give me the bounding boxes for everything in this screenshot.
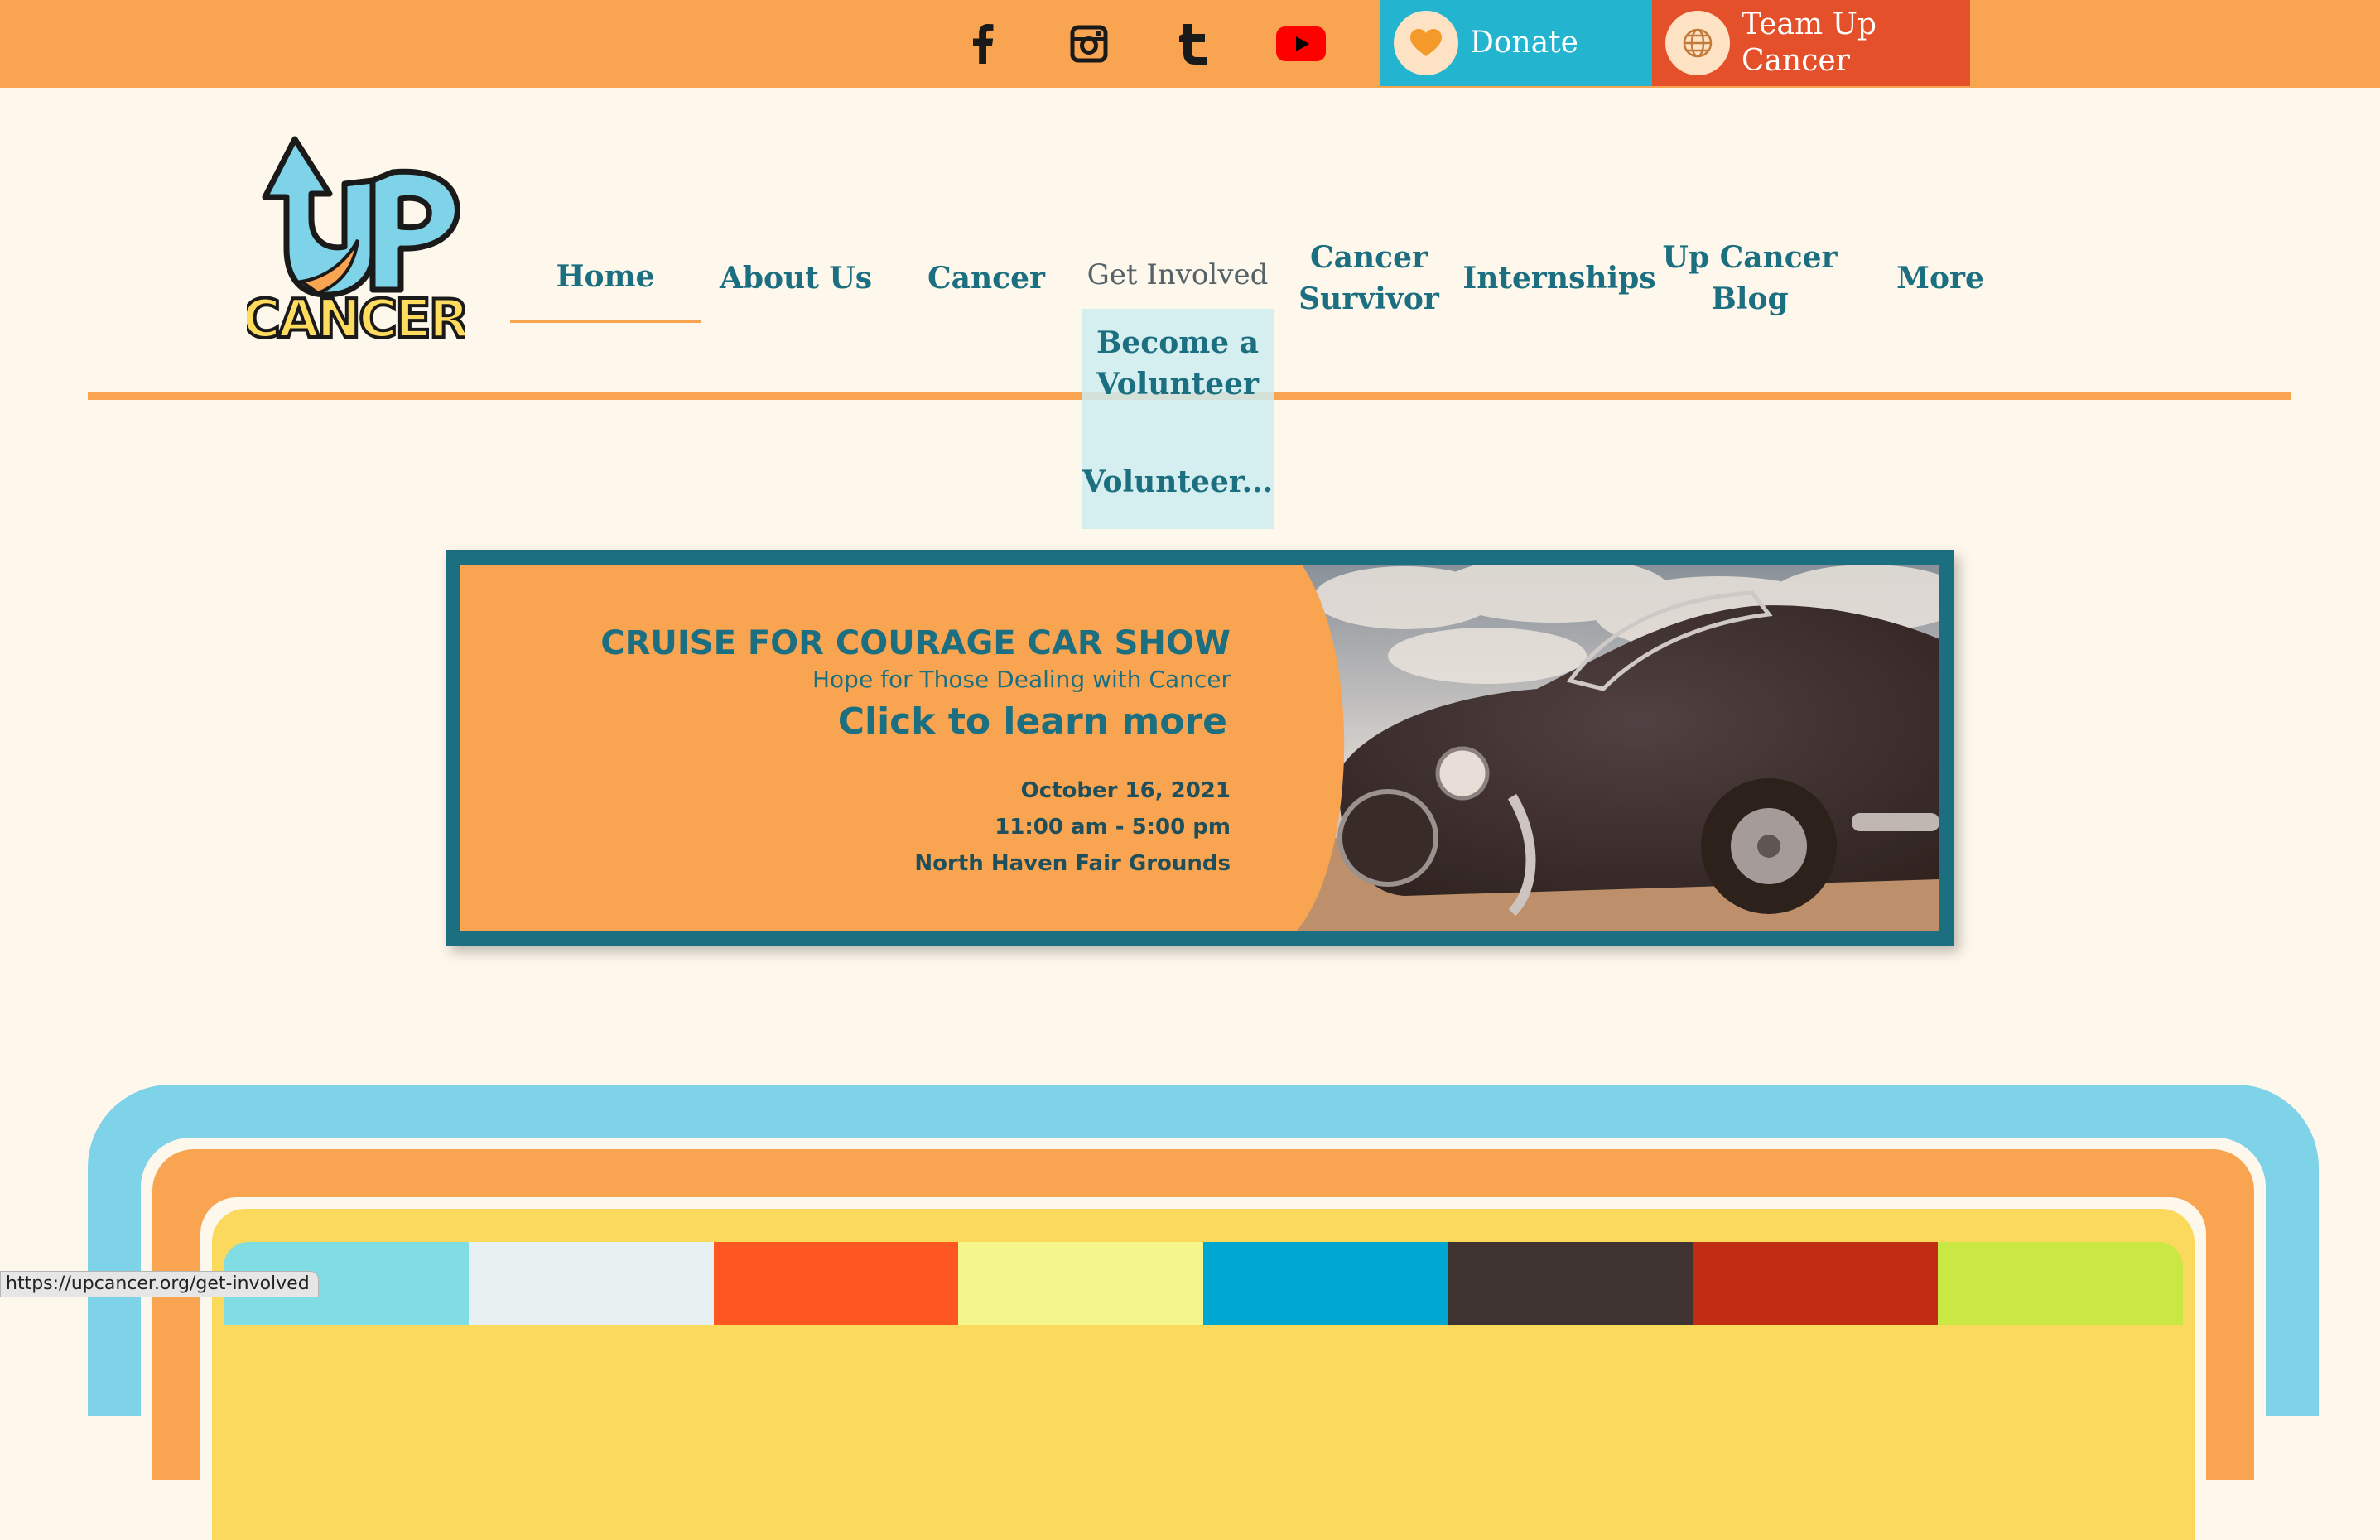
banner-date: October 16, 2021 <box>1020 778 1231 803</box>
color-swatch-row <box>224 1242 2183 1325</box>
swatch-dark-brown <box>1448 1242 1693 1325</box>
nav-about-us[interactable]: About Us <box>701 255 891 301</box>
banner-subtitle: Hope for Those Dealing with Cancer <box>812 666 1231 693</box>
heart-icon <box>1394 11 1458 75</box>
nav-home[interactable]: Home <box>510 253 701 300</box>
banner-location: North Haven Fair Grounds <box>914 851 1231 876</box>
tumblr-icon[interactable] <box>1169 18 1221 70</box>
nav-internships[interactable]: Internships <box>1462 255 1655 301</box>
car-show-banner[interactable]: CRUISE FOR COURAGE CAR SHOW Hope for Tho… <box>446 550 1954 946</box>
status-bar-url: https://upcancer.org/get-involved <box>0 1271 319 1297</box>
youtube-icon[interactable] <box>1275 18 1327 70</box>
swatch-red <box>1693 1242 1939 1325</box>
dropdown-item-become-a-volunteer[interactable]: Become a Volunteer <box>1082 322 1274 405</box>
swatch-blue <box>1203 1242 1448 1325</box>
facebook-icon[interactable] <box>957 18 1009 70</box>
banner-cta[interactable]: Click to learn more <box>838 700 1227 743</box>
nav-more[interactable]: More <box>1845 255 2036 301</box>
get-involved-dropdown: Become a Volunteer Volunteer... <box>1082 309 1274 529</box>
swatch-lime <box>1938 1242 2183 1325</box>
globe-icon <box>1665 11 1730 75</box>
banner-title: CRUISE FOR COURAGE CAR SHOW <box>600 624 1231 662</box>
swatch-orange-red <box>713 1242 959 1325</box>
donate-button[interactable]: Donate <box>1380 0 1652 86</box>
nav-cancer-survivor[interactable]: Cancer Survivor <box>1274 235 1464 321</box>
nav-get-involved[interactable]: Get Involved <box>1082 252 1274 298</box>
team-up-cancer-button[interactable]: Team Up Cancer <box>1652 0 1970 86</box>
swatch-pale-yellow <box>958 1242 1203 1325</box>
instagram-icon[interactable] <box>1063 18 1115 70</box>
banner-content: CRUISE FOR COURAGE CAR SHOW Hope for Tho… <box>460 565 1939 931</box>
swatch-light <box>468 1242 714 1325</box>
nav-up-cancer-blog[interactable]: Up Cancer Blog <box>1655 235 1845 321</box>
nav-home-underline <box>510 320 701 323</box>
donate-label: Donate <box>1470 26 1578 60</box>
up-cancer-logo[interactable]: CANCER <box>240 132 473 352</box>
dropdown-item-volunteer[interactable]: Volunteer... <box>1082 461 1274 503</box>
top-bar: Donate Team Up Cancer <box>0 0 2380 88</box>
team-up-cancer-label: Team Up Cancer <box>1742 7 1877 78</box>
banner-time: 11:00 am - 5:00 pm <box>995 815 1231 840</box>
nav-cancer[interactable]: Cancer <box>891 255 1082 301</box>
svg-text:CANCER: CANCER <box>247 289 465 344</box>
